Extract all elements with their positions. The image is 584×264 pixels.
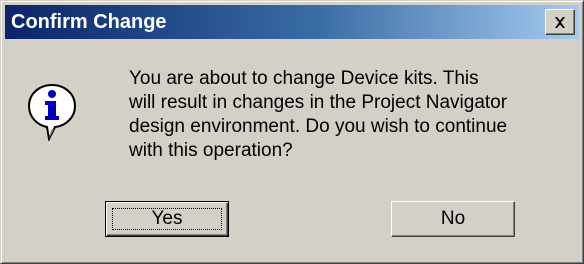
close-x-icon — [555, 16, 565, 28]
window-title: Confirm Change — [11, 11, 167, 33]
dialog-message: You are about to change Device kits. Thi… — [129, 68, 508, 161]
title-bar[interactable]: Confirm Change — [5, 5, 579, 39]
yes-button[interactable]: Yes — [105, 201, 229, 237]
no-button-label: No — [440, 208, 466, 229]
confirm-change-dialog: Confirm Change You are about to change D… — [0, 0, 584, 264]
information-icon — [27, 83, 77, 141]
close-button[interactable] — [545, 9, 575, 35]
yes-button-label: Yes — [151, 208, 183, 229]
no-button[interactable]: No — [391, 201, 515, 237]
